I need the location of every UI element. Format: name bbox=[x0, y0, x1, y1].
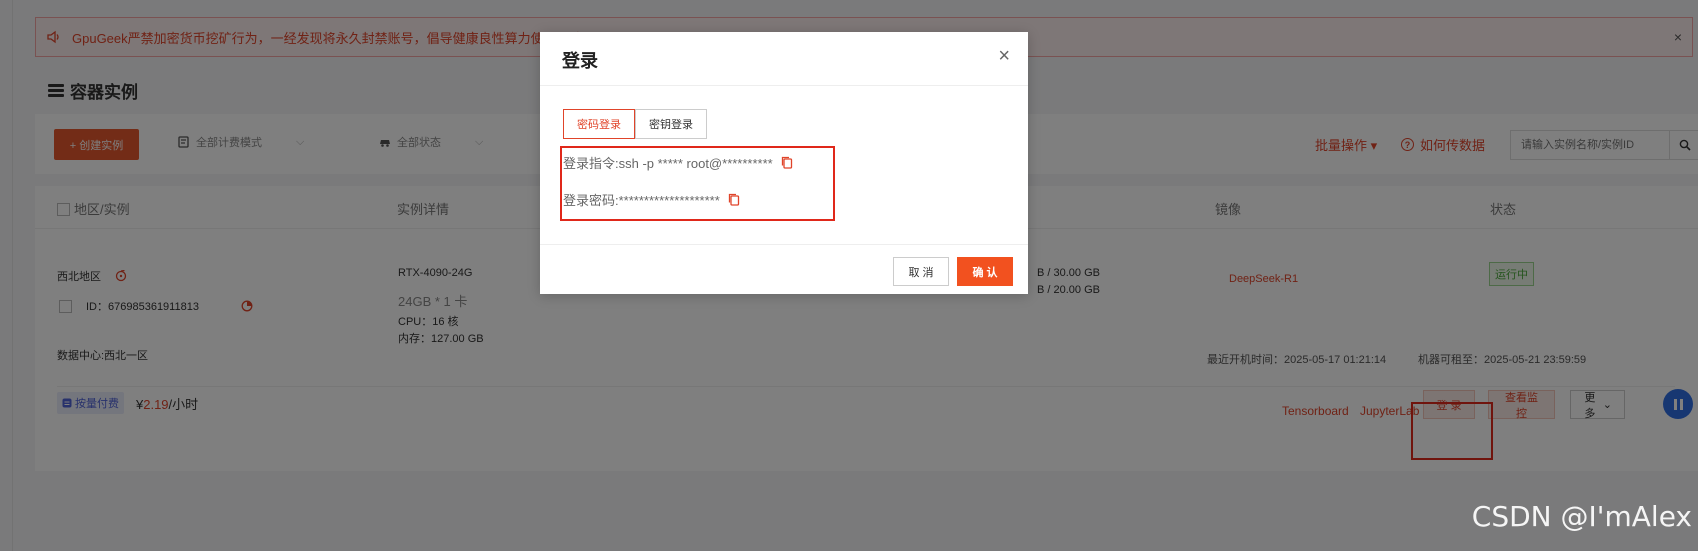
login-method-tabs: 密码登录 密钥登录 bbox=[563, 109, 707, 139]
page: GpuGeek严禁加密货币挖矿行为，一经发现将永久封禁账号，倡导健康良性算力使用… bbox=[0, 0, 1698, 551]
dialog-footer: 取 消 确 认 bbox=[540, 244, 1028, 294]
login-password-line: 登录密码:******************** bbox=[563, 190, 740, 209]
cancel-button[interactable]: 取 消 bbox=[893, 257, 949, 286]
login-password: 登录密码:******************** bbox=[563, 193, 720, 208]
copy-icon[interactable] bbox=[728, 193, 740, 206]
login-dialog: 登录 × 密码登录 密钥登录 登录指令:ssh -p ***** root@**… bbox=[540, 32, 1028, 294]
login-command-line: 登录指令:ssh -p ***** root@********** bbox=[563, 153, 793, 172]
dialog-title: 登录 bbox=[562, 51, 598, 71]
copy-icon[interactable] bbox=[781, 156, 793, 169]
close-icon[interactable]: × bbox=[998, 45, 1010, 68]
dialog-header: 登录 × bbox=[540, 32, 1028, 86]
confirm-button[interactable]: 确 认 bbox=[957, 257, 1013, 286]
watermark: CSDN @I'mAlex bbox=[1471, 500, 1692, 533]
tab-key-login[interactable]: 密钥登录 bbox=[635, 109, 707, 139]
tab-password-login[interactable]: 密码登录 bbox=[563, 109, 635, 139]
login-command: 登录指令:ssh -p ***** root@********** bbox=[563, 156, 773, 171]
